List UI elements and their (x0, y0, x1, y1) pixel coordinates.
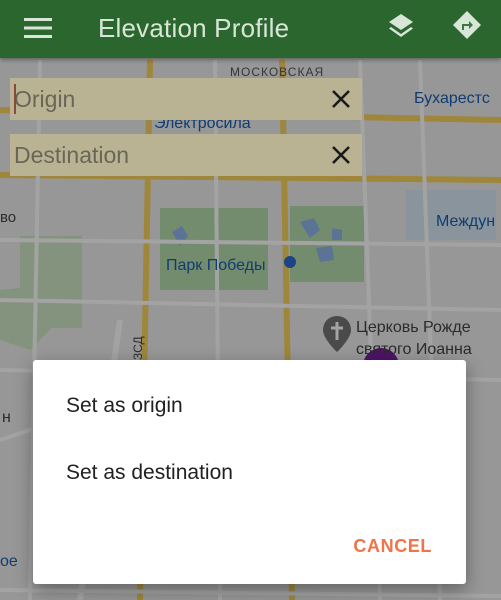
layers-button[interactable] (384, 8, 418, 42)
hamburger-menu-icon (24, 18, 52, 38)
origin-input[interactable] (14, 82, 314, 116)
directions-button[interactable] (450, 8, 484, 42)
destination-input[interactable] (14, 138, 314, 172)
menu-button[interactable] (20, 10, 56, 46)
app-bar: Elevation Profile (0, 0, 501, 58)
clear-origin-button[interactable] (326, 84, 356, 114)
app-title: Elevation Profile (98, 13, 290, 43)
destination-field-container (10, 134, 362, 176)
layers-icon (389, 14, 413, 37)
close-icon (332, 146, 350, 164)
directions-icon (453, 11, 481, 39)
clear-destination-button[interactable] (326, 140, 356, 170)
text-cursor (14, 84, 16, 114)
cancel-button[interactable]: CANCEL (347, 528, 438, 564)
set-as-destination-option[interactable]: Set as destination (33, 449, 466, 497)
set-as-origin-option[interactable]: Set as origin (33, 382, 466, 430)
set-point-dialog: Set as origin Set as destination CANCEL (33, 360, 466, 584)
origin-field-container (10, 78, 362, 120)
close-icon (332, 90, 350, 108)
